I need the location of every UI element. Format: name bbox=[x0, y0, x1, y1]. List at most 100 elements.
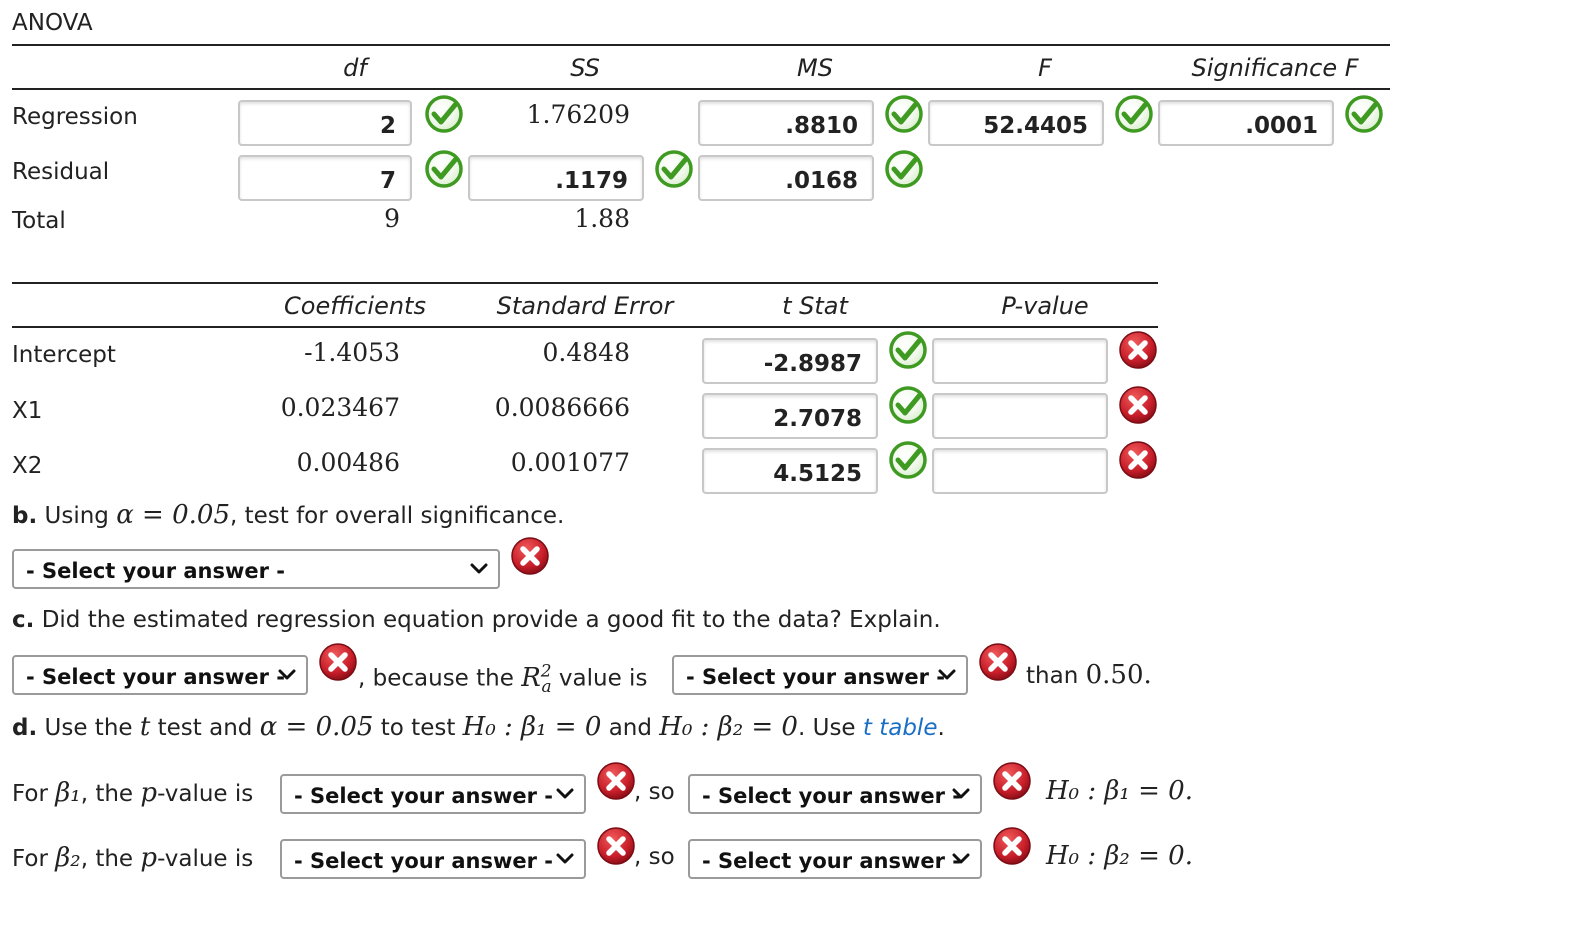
overall-significance-select[interactable]: - Select your answer - bbox=[12, 549, 500, 589]
intercept-p-value-input[interactable] bbox=[932, 338, 1108, 384]
part-d-question: d. Use the t test and α = 0.05 to test H… bbox=[12, 712, 945, 742]
regression-ms-input[interactable]: .8810 bbox=[698, 100, 874, 146]
header-t-stat: t Stat bbox=[782, 292, 848, 320]
x-circle-icon bbox=[510, 536, 550, 576]
beta1-conclusion-select[interactable]: - Select your answer - bbox=[688, 774, 982, 814]
x1-t-stat-input[interactable]: 2.7078 bbox=[702, 393, 878, 439]
hypothesis-beta1-result: H₀ : β₁ = 0. bbox=[1046, 776, 1193, 806]
x2-p-value-input[interactable] bbox=[932, 448, 1108, 494]
x1-coefficient: 0.023467 bbox=[280, 393, 400, 422]
header-standard-error: Standard Error bbox=[496, 292, 674, 320]
beta1-prompt: For β₁, the p-value is bbox=[12, 778, 253, 808]
select-value: - Select your answer - bbox=[26, 559, 286, 583]
x-circle-icon bbox=[1118, 330, 1158, 370]
row-label-x2: X2 bbox=[12, 453, 43, 479]
coef-header-rule bbox=[12, 326, 1158, 328]
x-circle-icon bbox=[1118, 385, 1158, 425]
part-d-text: test and bbox=[157, 715, 253, 741]
beta1-symbol: β₁ bbox=[55, 778, 81, 808]
and-text: and bbox=[608, 715, 652, 741]
check-circle-icon bbox=[1114, 94, 1154, 134]
row-label-x1: X1 bbox=[12, 398, 43, 424]
than-text: than bbox=[1026, 663, 1079, 689]
hypothesis-beta2: H₀ : β₂ = 0 bbox=[659, 712, 798, 742]
x-circle-icon bbox=[978, 642, 1018, 682]
header-f: F bbox=[1038, 54, 1052, 82]
part-c-threshold: than 0.50. bbox=[1026, 660, 1152, 690]
anova-top-rule bbox=[12, 44, 1390, 46]
residual-df-input[interactable]: 7 bbox=[238, 155, 412, 201]
r-squared-adjusted: R2a bbox=[521, 660, 552, 696]
chevron-down-icon bbox=[952, 852, 970, 866]
chevron-down-icon bbox=[470, 562, 488, 576]
check-circle-icon bbox=[888, 330, 928, 370]
row-label-intercept: Intercept bbox=[12, 342, 116, 368]
row-label-regression: Regression bbox=[12, 104, 138, 130]
so-text: , so bbox=[634, 779, 675, 805]
part-d-text: Use the bbox=[44, 715, 133, 741]
r-squared-comparison-select[interactable]: - Select your answer - bbox=[672, 655, 968, 695]
part-c-reason: , because the R2a value is bbox=[358, 660, 647, 696]
residual-ms-input[interactable]: .0168 bbox=[698, 155, 874, 201]
check-circle-icon bbox=[654, 149, 694, 189]
anova-header-rule bbox=[12, 88, 1390, 90]
x-circle-icon bbox=[318, 642, 358, 682]
chevron-down-icon bbox=[952, 787, 970, 801]
period-text: . bbox=[937, 715, 945, 741]
beta2-symbol: β₂ bbox=[55, 843, 81, 873]
value-is-text: value is bbox=[558, 665, 648, 692]
regression-ss: 1.76209 bbox=[526, 100, 630, 129]
r-symbol: R bbox=[521, 662, 541, 693]
intercept-t-stat-input[interactable]: -2.8987 bbox=[702, 338, 878, 384]
chevron-down-icon bbox=[278, 668, 296, 682]
x2-coefficient: 0.00486 bbox=[296, 448, 400, 477]
intercept-standard-error: 0.4848 bbox=[542, 338, 630, 367]
chevron-down-icon bbox=[938, 668, 956, 682]
chevron-down-icon bbox=[556, 787, 574, 801]
check-circle-icon bbox=[424, 149, 464, 189]
x1-p-value-input[interactable] bbox=[932, 393, 1108, 439]
check-circle-icon bbox=[424, 94, 464, 134]
regression-significance-f-input[interactable]: .0001 bbox=[1158, 100, 1334, 146]
total-ss: 1.88 bbox=[574, 204, 630, 233]
part-d-letter: d. bbox=[12, 715, 38, 741]
check-circle-icon bbox=[884, 149, 924, 189]
p-symbol: p bbox=[140, 778, 158, 808]
regression-df-input[interactable]: 2 bbox=[238, 100, 412, 146]
alpha-expression: α = 0.05 bbox=[116, 500, 230, 530]
beta2-prompt: For β₂, the p-value is bbox=[12, 843, 253, 873]
check-circle-icon bbox=[884, 94, 924, 134]
x-circle-icon bbox=[596, 826, 636, 866]
x2-standard-error: 0.001077 bbox=[510, 448, 630, 477]
coef-top-rule bbox=[12, 282, 1158, 284]
good-fit-select[interactable]: - Select your answer - bbox=[12, 655, 308, 695]
select-value: - Select your answer - bbox=[686, 665, 946, 689]
so-text: , so bbox=[634, 844, 675, 870]
regression-f-input[interactable]: 52.4405 bbox=[928, 100, 1104, 146]
select-value: - Select your answer - bbox=[294, 784, 554, 808]
x-circle-icon bbox=[1118, 440, 1158, 480]
select-value: - Select your answer - bbox=[294, 849, 554, 873]
hypothesis-beta2-result: H₀ : β₂ = 0. bbox=[1046, 841, 1193, 871]
t-symbol: t bbox=[139, 712, 151, 742]
beta1-p-value-select[interactable]: - Select your answer - bbox=[280, 774, 586, 814]
x-circle-icon bbox=[992, 761, 1032, 801]
r-subscript: a bbox=[541, 675, 552, 696]
header-df: df bbox=[343, 54, 367, 82]
part-d-text: . Use bbox=[797, 715, 856, 741]
x2-t-stat-input[interactable]: 4.5125 bbox=[702, 448, 878, 494]
part-c-letter: c. bbox=[12, 607, 35, 633]
residual-ss-input[interactable]: .1179 bbox=[468, 155, 644, 201]
intercept-coefficient: -1.4053 bbox=[304, 338, 400, 367]
t-table-link[interactable]: t table bbox=[863, 715, 938, 741]
for-text: For bbox=[12, 781, 48, 807]
header-ms: MS bbox=[797, 54, 833, 82]
anova-title: ANOVA bbox=[12, 10, 93, 36]
beta2-conclusion-select[interactable]: - Select your answer - bbox=[688, 839, 982, 879]
p-symbol: p bbox=[140, 843, 158, 873]
value-is-text: -value is bbox=[157, 781, 254, 807]
part-b-letter: b. bbox=[12, 503, 38, 529]
beta2-p-value-select[interactable]: - Select your answer - bbox=[280, 839, 586, 879]
total-df: 9 bbox=[384, 204, 400, 233]
check-circle-icon bbox=[888, 385, 928, 425]
